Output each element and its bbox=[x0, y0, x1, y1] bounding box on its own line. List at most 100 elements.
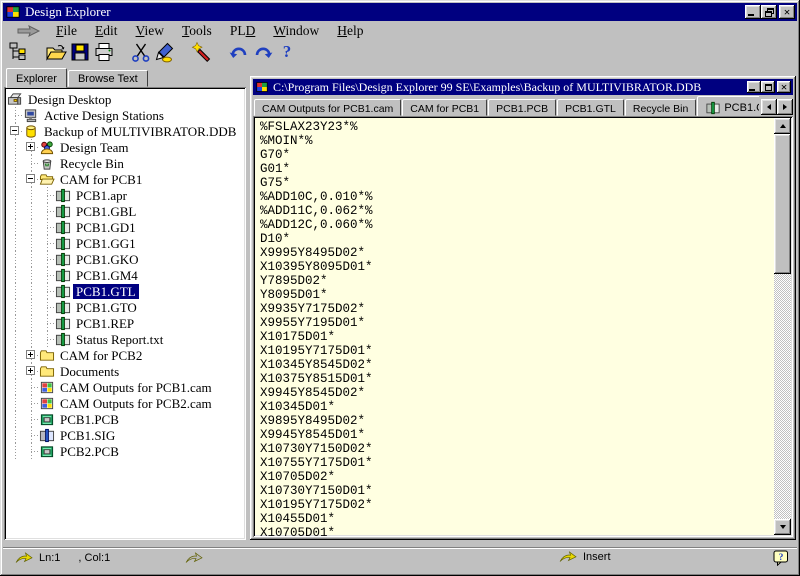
scroll-down-button[interactable] bbox=[774, 519, 791, 535]
tab-explorer[interactable]: Explorer bbox=[6, 68, 67, 88]
tree-item-label[interactable]: CAM for PCB2 bbox=[57, 348, 145, 363]
help-balloon-icon[interactable] bbox=[773, 550, 789, 566]
tree-item-label[interactable]: PCB2.PCB bbox=[57, 444, 122, 459]
doc-tab-pcb1-gtl[interactable]: PCB1.GTL bbox=[557, 99, 624, 116]
minimize-button[interactable] bbox=[745, 5, 761, 19]
wizard-wand-button[interactable] bbox=[190, 40, 214, 64]
menu-edit[interactable]: Edit bbox=[86, 22, 127, 40]
menu-file[interactable]: File bbox=[47, 22, 86, 40]
tab-scroll-right-button[interactable] bbox=[777, 99, 793, 115]
document-title-bar[interactable]: C:\Program Files\Design Explorer 99 SE\E… bbox=[253, 79, 793, 95]
tree-item-pcb2-pcb[interactable]: PCB2.PCB bbox=[7, 443, 243, 459]
doc-tab-pcb1-gtl[interactable]: PCB1.GTL bbox=[697, 96, 759, 116]
explorer-panel: Explorer Browse Text Design DesktopActiv… bbox=[4, 67, 246, 540]
title-bar[interactable]: Design Explorer × bbox=[3, 3, 797, 21]
tree-item-label[interactable]: PCB1.GM4 bbox=[73, 268, 141, 283]
tree-item-label[interactable]: PCB1.GTL bbox=[73, 284, 139, 299]
tree-item-cam-for-pcb2[interactable]: CAM for PCB2 bbox=[7, 347, 243, 363]
tree-item-label[interactable]: PCB1.apr bbox=[73, 188, 130, 203]
document-title: C:\Program Files\Design Explorer 99 SE\E… bbox=[273, 80, 747, 95]
menu-tools[interactable]: Tools bbox=[173, 22, 221, 40]
tree-item-label[interactable]: CAM Outputs for PCB2.cam bbox=[57, 396, 215, 411]
doc-tab-cam-for-pcb1[interactable]: CAM for PCB1 bbox=[402, 99, 487, 116]
tree-item-design-desktop[interactable]: Design Desktop bbox=[7, 91, 243, 107]
open-document-button[interactable] bbox=[44, 40, 68, 64]
close-button[interactable]: × bbox=[779, 5, 795, 19]
save-document-button[interactable] bbox=[68, 40, 92, 64]
tree-item-pcb1-sig[interactable]: PCB1.SIG bbox=[7, 427, 243, 443]
tree-item-recycle-bin[interactable]: Recycle Bin bbox=[7, 155, 243, 171]
vertical-scrollbar[interactable] bbox=[774, 118, 791, 535]
doc-tab-cam-outputs-for-pcb1-cam[interactable]: CAM Outputs for PCB1.cam bbox=[254, 99, 401, 116]
tree-item-pcb1-rep[interactable]: PCB1.REP bbox=[7, 315, 243, 331]
scroll-up-button[interactable] bbox=[774, 118, 791, 134]
tree-item-label[interactable]: PCB1.SIG bbox=[57, 428, 118, 443]
tree-item-cam-outputs-for-pcb1-cam[interactable]: CAM Outputs for PCB1.cam bbox=[7, 379, 243, 395]
redo-button[interactable] bbox=[251, 40, 275, 64]
doc-maximize-button[interactable] bbox=[761, 81, 775, 93]
help-icon: ? bbox=[283, 42, 292, 62]
code-content[interactable]: %FSLAX23Y23*% %MOIN*% G70* G01* G75* %AD… bbox=[260, 120, 769, 537]
menu-help[interactable]: Help bbox=[328, 22, 372, 40]
tree-item-label[interactable]: CAM Outputs for PCB1.cam bbox=[57, 380, 215, 395]
menu-pld[interactable]: PLD bbox=[221, 22, 265, 40]
tree-item-label[interactable]: PCB1.REP bbox=[73, 316, 137, 331]
doc-minimize-button[interactable] bbox=[747, 81, 761, 93]
paste-tool-button[interactable] bbox=[153, 40, 177, 64]
doc-tab-recycle-bin[interactable]: Recycle Bin bbox=[625, 99, 696, 116]
doc-minimize-icon bbox=[749, 89, 755, 91]
cut-button[interactable] bbox=[129, 40, 153, 64]
tree-item-pcb1-gm4[interactable]: PCB1.GM4 bbox=[7, 267, 243, 283]
tree-item-status-report-txt[interactable]: Status Report.txt bbox=[7, 331, 243, 347]
tree-item-documents[interactable]: Documents bbox=[7, 363, 243, 379]
tree-item-pcb1-gbl[interactable]: PCB1.GBL bbox=[7, 203, 243, 219]
explorer-panel-toggle-button[interactable] bbox=[7, 40, 31, 64]
menu-window[interactable]: Window bbox=[264, 22, 328, 40]
doc-tab-pcb1-pcb[interactable]: PCB1.PCB bbox=[488, 99, 556, 116]
tree-item-label[interactable]: PCB1.GD1 bbox=[73, 220, 139, 235]
tab-scroll-left-button[interactable] bbox=[761, 99, 777, 115]
tree-item-label[interactable]: PCB1.GKO bbox=[73, 252, 142, 267]
doc-close-button[interactable]: × bbox=[777, 81, 791, 93]
menu-grip-arrow-icon[interactable] bbox=[17, 25, 41, 37]
expand-toggle[interactable] bbox=[26, 350, 35, 359]
tree-item-design-team[interactable]: Design Team bbox=[7, 139, 243, 155]
collapse-toggle[interactable] bbox=[26, 174, 35, 183]
tree-item-label[interactable]: PCB1.GTO bbox=[73, 300, 140, 315]
tree-item-pcb1-gg1[interactable]: PCB1.GG1 bbox=[7, 235, 243, 251]
tree-item-label[interactable]: Design Desktop bbox=[25, 92, 114, 107]
scrollbar-thumb[interactable] bbox=[774, 134, 791, 274]
tree-item-label[interactable]: Backup of MULTIVIBRATOR.DDB bbox=[41, 124, 239, 139]
folder-icon bbox=[39, 363, 57, 379]
tree-item-label[interactable]: CAM for PCB1 bbox=[57, 172, 145, 187]
tree-item-label[interactable]: PCB1.PCB bbox=[57, 412, 122, 427]
expand-toggle[interactable] bbox=[26, 142, 35, 151]
tab-browse-text[interactable]: Browse Text bbox=[68, 70, 148, 87]
tree-item-pcb1-gko[interactable]: PCB1.GKO bbox=[7, 251, 243, 267]
tree-item-pcb1-gd1[interactable]: PCB1.GD1 bbox=[7, 219, 243, 235]
tree-item-label[interactable]: Recycle Bin bbox=[57, 156, 127, 171]
tree-item-pcb1-gto[interactable]: PCB1.GTO bbox=[7, 299, 243, 315]
tree-item-label[interactable]: Documents bbox=[57, 364, 122, 379]
expand-toggle[interactable] bbox=[26, 366, 35, 375]
menu-view[interactable]: View bbox=[127, 22, 173, 40]
tree-item-cam-for-pcb1[interactable]: CAM for PCB1 bbox=[7, 171, 243, 187]
tree-item-label[interactable]: Status Report.txt bbox=[73, 332, 166, 347]
tree-item-cam-outputs-for-pcb2-cam[interactable]: CAM Outputs for PCB2.cam bbox=[7, 395, 243, 411]
tree-item-label[interactable]: PCB1.GG1 bbox=[73, 236, 139, 251]
help-button[interactable]: ? bbox=[275, 40, 299, 64]
text-editor[interactable]: %FSLAX23Y23*% %MOIN*% G70* G01* G75* %AD… bbox=[253, 116, 793, 537]
tree-item-pcb1-gtl[interactable]: PCB1.GTL bbox=[7, 283, 243, 299]
folder-open-icon bbox=[39, 171, 57, 187]
tree-item-label[interactable]: PCB1.GBL bbox=[73, 204, 139, 219]
tree-item-label[interactable]: Design Team bbox=[57, 140, 132, 155]
undo-button[interactable] bbox=[227, 40, 251, 64]
tree-item-pcb1-apr[interactable]: PCB1.apr bbox=[7, 187, 243, 203]
collapse-toggle[interactable] bbox=[10, 126, 19, 135]
tree-item-pcb1-pcb[interactable]: PCB1.PCB bbox=[7, 411, 243, 427]
restore-button[interactable] bbox=[761, 5, 777, 19]
tree-item-label[interactable]: Active Design Stations bbox=[41, 108, 167, 123]
tree-item-backup-of-multivibrator-ddb[interactable]: Backup of MULTIVIBRATOR.DDB bbox=[7, 123, 243, 139]
tree-item-active-design-stations[interactable]: Active Design Stations bbox=[7, 107, 243, 123]
print-button[interactable] bbox=[92, 40, 116, 64]
